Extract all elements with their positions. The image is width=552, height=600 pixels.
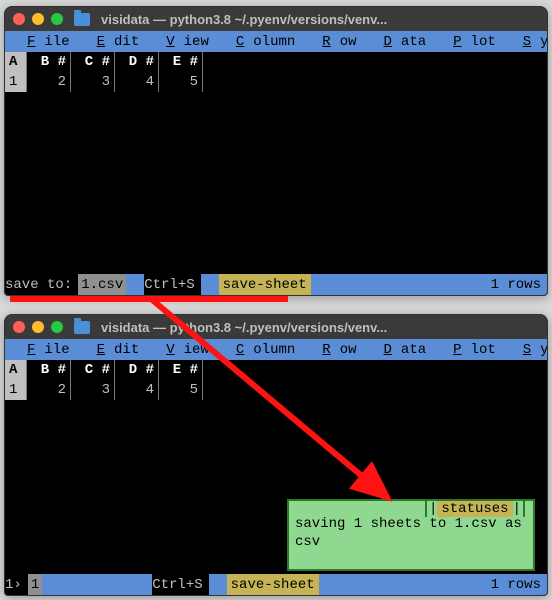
status-bar: 1› 1 Ctrl+S save-sheet 1 rows [5, 574, 547, 595]
row-count: 1 rows [485, 277, 547, 293]
col-header[interactable]: E # [159, 52, 203, 72]
command-name: save-sheet [219, 274, 311, 295]
annotation-underline [10, 296, 288, 302]
col-header[interactable]: C # [71, 360, 115, 380]
col-header[interactable]: B # [27, 52, 71, 72]
menu-data[interactable]: Data [366, 342, 436, 358]
status-popup-tab-label: statuses [437, 501, 512, 517]
cell[interactable]: 5 [159, 72, 203, 92]
menu-edit[interactable]: Edit [79, 34, 149, 50]
folder-icon [74, 321, 90, 334]
maximize-icon[interactable] [51, 321, 63, 333]
menu-system[interactable]: System [505, 34, 548, 50]
cell[interactable]: 4 [115, 380, 159, 400]
menu-system[interactable]: System [505, 342, 548, 358]
cell[interactable]: 1 [5, 380, 27, 400]
header-row: A B # C # D # E # [5, 52, 547, 72]
menu-column[interactable]: Column [218, 342, 304, 358]
header-row: A B # C # D # E # [5, 360, 547, 380]
terminal-body: File Edit View Column Row Data Plot Syst… [5, 31, 547, 295]
menu-view[interactable]: View [148, 34, 218, 50]
menu-plot[interactable]: Plot [435, 34, 505, 50]
sheet[interactable]: A B # C # D # E # 1 2 3 4 5 [5, 360, 547, 400]
key-hint: Ctrl+S [144, 274, 200, 295]
maximize-icon[interactable] [51, 13, 63, 25]
save-prompt-label: save to: [5, 274, 78, 295]
save-filename-input[interactable]: 1.csv [78, 274, 126, 295]
folder-icon [74, 13, 90, 26]
col-header[interactable]: C # [71, 52, 115, 72]
menu-column[interactable]: Column [218, 34, 304, 50]
cell[interactable]: 2 [27, 380, 71, 400]
menu-row[interactable]: Row [304, 342, 365, 358]
row-count: 1 rows [485, 577, 547, 593]
cell[interactable]: 3 [71, 72, 115, 92]
terminal-window-after: visidata — python3.8 ~/.pyenv/versions/v… [4, 314, 548, 596]
titlebar[interactable]: visidata — python3.8 ~/.pyenv/versions/v… [5, 7, 547, 31]
col-header[interactable]: D # [115, 360, 159, 380]
status-bar: save to: 1.csv Ctrl+S save-sheet 1 rows [5, 274, 547, 295]
close-icon[interactable] [13, 13, 25, 25]
menu-row[interactable]: Row [304, 34, 365, 50]
status-popup-tab: | statuses | [425, 499, 525, 517]
sheet-indicator: 1› [5, 574, 28, 595]
sheet[interactable]: A B # C # D # E # 1 2 3 4 5 [5, 52, 547, 92]
terminal-window-before: visidata — python3.8 ~/.pyenv/versions/v… [4, 6, 548, 296]
col-header[interactable]: A [5, 52, 27, 72]
status-popup: | statuses | saving 1 sheets to 1.csv as… [287, 499, 535, 571]
key-hint: Ctrl+S [152, 574, 208, 595]
col-header[interactable]: E # [159, 360, 203, 380]
menu-file[interactable]: File [9, 34, 79, 50]
menu-edit[interactable]: Edit [79, 342, 149, 358]
traffic-lights [13, 321, 63, 333]
menu-view[interactable]: View [148, 342, 218, 358]
close-icon[interactable] [13, 321, 25, 333]
cell[interactable]: 2 [27, 72, 71, 92]
window-title: visidata — python3.8 ~/.pyenv/versions/v… [101, 320, 387, 335]
window-title: visidata — python3.8 ~/.pyenv/versions/v… [101, 12, 387, 27]
table-row[interactable]: 1 2 3 4 5 [5, 72, 547, 92]
col-header[interactable]: A [5, 360, 27, 380]
cell[interactable]: 4 [115, 72, 159, 92]
cell[interactable]: 1 [5, 72, 27, 92]
status-popup-message: saving 1 sheets to 1.csv as csv [295, 515, 527, 551]
command-name: save-sheet [227, 574, 319, 595]
minimize-icon[interactable] [32, 321, 44, 333]
col-header[interactable]: B # [27, 360, 71, 380]
terminal-body: File Edit View Column Row Data Plot Syst… [5, 339, 547, 595]
menu-plot[interactable]: Plot [435, 342, 505, 358]
table-row[interactable]: 1 2 3 4 5 [5, 380, 547, 400]
cell[interactable]: 5 [159, 380, 203, 400]
sheet-number: 1 [28, 574, 42, 595]
cell[interactable]: 3 [71, 380, 115, 400]
menubar[interactable]: File Edit View Column Row Data Plot Syst… [5, 339, 547, 360]
menu-file[interactable]: File [9, 342, 79, 358]
titlebar[interactable]: visidata — python3.8 ~/.pyenv/versions/v… [5, 315, 547, 339]
menubar[interactable]: File Edit View Column Row Data Plot Syst… [5, 31, 547, 52]
col-header[interactable]: D # [115, 52, 159, 72]
minimize-icon[interactable] [32, 13, 44, 25]
menu-data[interactable]: Data [366, 34, 436, 50]
traffic-lights [13, 13, 63, 25]
